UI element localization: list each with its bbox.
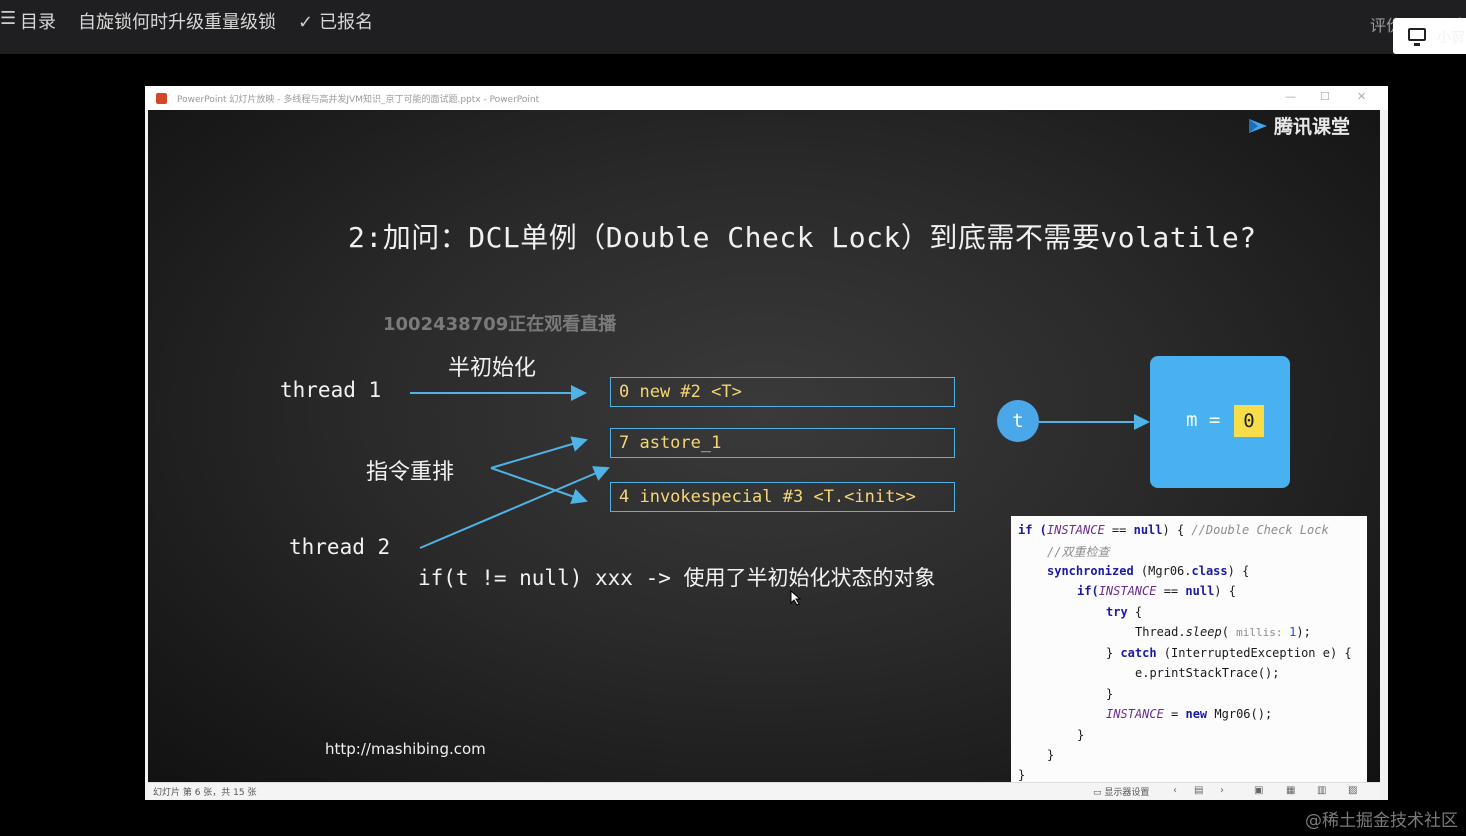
code-line: } (1106, 687, 1114, 701)
prev-slide-icon[interactable]: ‹ (1173, 785, 1177, 796)
slide-url: http://mashibing.com (325, 740, 486, 758)
maximize-icon[interactable]: ☐ (1320, 90, 1330, 103)
powerpoint-icon (156, 93, 167, 104)
code-line: } catch (InterruptedException e) { (1106, 646, 1352, 660)
slide-counter: 幻灯片 第 6 张，共 15 张 (153, 788, 257, 798)
enrolled-label: 已报名 (319, 12, 374, 33)
sorter-view-icon[interactable]: ▦ (1286, 785, 1295, 796)
slide-canvas: 腾讯课堂 2:加问：DCL单例（Double Check Lock）到底需不需要… (148, 110, 1380, 782)
ppt-window-title: PowerPoint 幻灯片放映 - 多线程与高并发JVM知识_京丁可能的面试题… (177, 95, 540, 105)
code-line: } (1018, 768, 1026, 782)
code-line: if (INSTANCE == null) { //Double Check L… (1018, 523, 1329, 537)
ppt-window: PowerPoint 幻灯片放映 - 多线程与高并发JVM知识_京丁可能的面试题… (145, 86, 1388, 800)
reading-view-icon[interactable]: ▥ (1317, 785, 1326, 796)
mouse-cursor-icon (790, 590, 802, 606)
field-m-value: 0 (1234, 405, 1264, 437)
ppt-title-bar: PowerPoint 幻灯片放映 - 多线程与高并发JVM知识_京丁可能的面试题… (145, 86, 1388, 110)
reorder-label: 指令重排 (366, 460, 455, 485)
menu-icon[interactable]: ☰ (0, 8, 16, 29)
code-snippet: if (INSTANCE == null) { //Double Check L… (1011, 516, 1367, 782)
thread1-label: thread 1 (280, 378, 382, 402)
code-line: e.printStackTrace(); (1135, 666, 1280, 680)
juejin-watermark: @稀土掘金技术社区 (1305, 811, 1458, 831)
bytecode-astore-box: 7 astore_1 (610, 428, 955, 458)
lesson-title: 自旋锁何时升级重量级锁 (78, 12, 276, 33)
slide-menu-icon[interactable]: ▤ (1194, 785, 1203, 796)
slideshow-view-icon[interactable]: ▨ (1348, 785, 1357, 796)
arrow-reorder-to-astore (490, 436, 588, 469)
mini-window-button[interactable]: 小窗 (1393, 18, 1466, 54)
monitor-small-icon: ▭ (1093, 788, 1102, 798)
code-line: synchronized (Mgr06.class) { (1047, 564, 1250, 578)
bytecode-invokespecial-box: 4 invokespecial #3 <T.<init>> (610, 482, 955, 512)
top-bar: ☰ 目录 自旋锁何时升级重量级锁 ✓已报名 评价 分享 小窗 (0, 0, 1466, 54)
half-init-label: 半初始化 (448, 356, 537, 381)
close-icon[interactable]: ✕ (1357, 90, 1366, 103)
bytecode-new-box: 0 new #2 <T> (610, 377, 955, 407)
toc-button[interactable]: 目录 (20, 8, 56, 34)
minimize-icon[interactable]: — (1285, 90, 1296, 103)
ppt-status-bar: 幻灯片 第 6 张，共 15 张 ▭ 显示器设置 ‹ ▤ › ▣ ▦ ▥ ▨ (148, 782, 1380, 799)
object-box: m = 0 (1150, 356, 1290, 488)
display-settings-button[interactable]: ▭ 显示器设置 (1093, 785, 1149, 798)
code-line: } (1047, 748, 1055, 762)
code-line: if(INSTANCE == null) { (1077, 584, 1236, 598)
mini-window-label: 小窗 (1437, 30, 1465, 46)
code-line: try { (1106, 605, 1143, 619)
thread2-label: thread 2 (289, 535, 391, 559)
next-slide-icon[interactable]: › (1220, 785, 1224, 796)
condition-line: if(t != null) xxx -> 使用了半初始化状态的对象 (418, 566, 936, 590)
reference-t-circle: t (997, 400, 1039, 442)
code-line: } (1077, 728, 1085, 742)
enrolled-status: ✓ 已报名 (298, 8, 373, 34)
field-m-label: m = (1186, 409, 1221, 431)
code-line: Thread.sleep( millis: 1); (1135, 625, 1311, 639)
check-icon: ✓ (298, 12, 314, 33)
display-settings-label: 显示器设置 (1104, 788, 1150, 798)
normal-view-icon[interactable]: ▣ (1254, 785, 1263, 796)
monitor-icon (1408, 28, 1426, 46)
code-line: //双重检查 (1047, 545, 1110, 559)
code-line: INSTANCE = new Mgr06(); (1106, 707, 1273, 721)
